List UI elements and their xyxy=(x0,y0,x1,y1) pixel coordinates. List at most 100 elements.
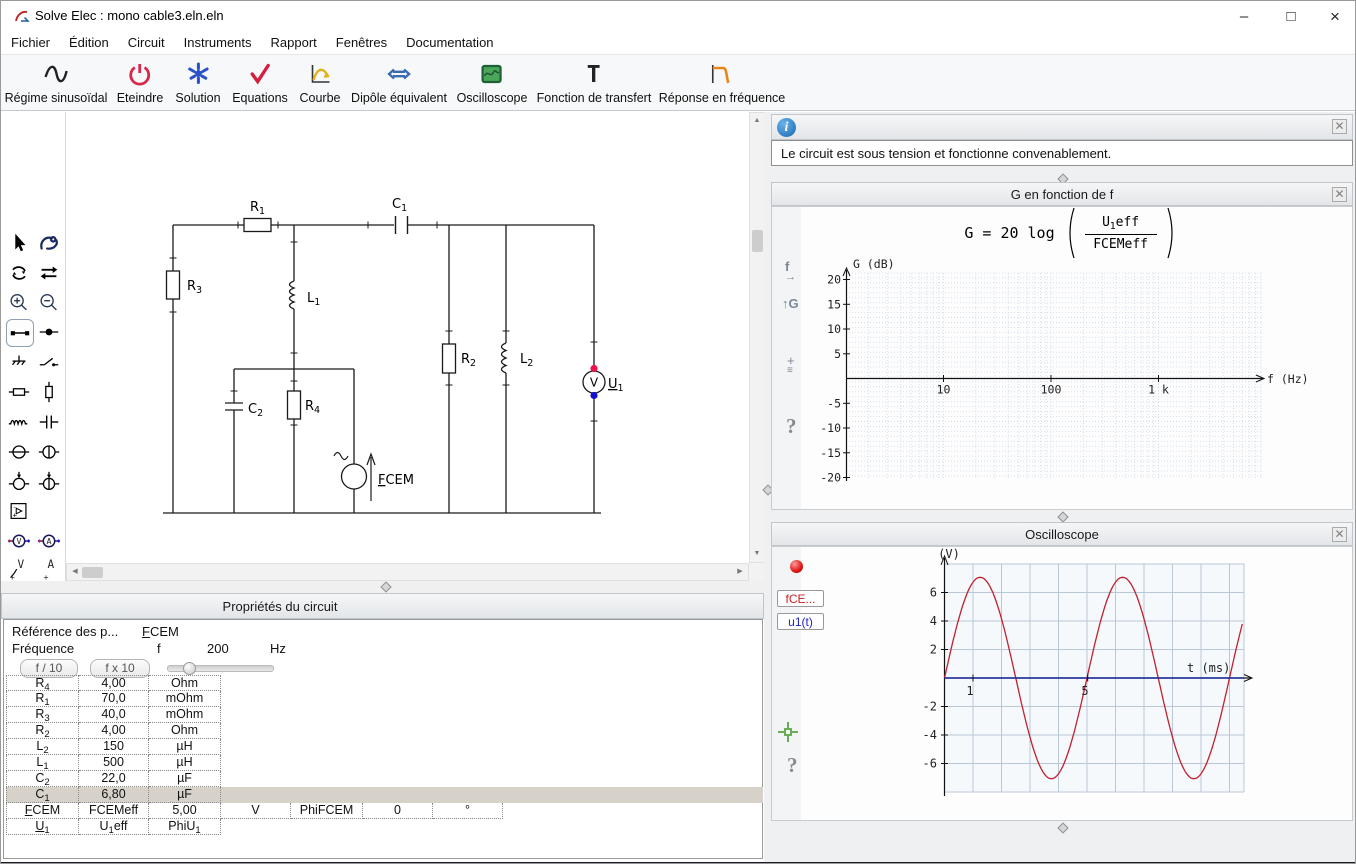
voltmeter-u1[interactable]: V xyxy=(582,364,606,400)
resistor-r3[interactable] xyxy=(165,270,181,300)
svg-text:+: + xyxy=(13,510,18,519)
minimize-button[interactable]: – xyxy=(1229,5,1259,29)
oscilloscope-panel-header[interactable]: Oscilloscope ✕ xyxy=(771,522,1353,546)
menu-edition[interactable]: Édition xyxy=(69,35,109,50)
table-row-r2[interactable]: R2 4,00 Ohm xyxy=(6,723,763,739)
window-title: Solve Elec : mono cable3.eln.eln xyxy=(35,8,224,23)
frequency-slider[interactable] xyxy=(167,662,274,675)
toolbar-fonction-transfert[interactable]: T Fonction de transfert xyxy=(537,59,652,105)
current-source-vertical-tool[interactable] xyxy=(36,469,62,495)
inductor-tool[interactable] xyxy=(6,409,32,435)
menu-circuit[interactable]: Circuit xyxy=(128,35,165,50)
resistor-r4[interactable] xyxy=(286,390,302,420)
ammeter-tool[interactable]: A xyxy=(36,528,62,554)
voltage-probe-tool[interactable]: V + xyxy=(6,557,32,583)
pliers-tool[interactable] xyxy=(36,230,62,256)
double-arrow-icon xyxy=(351,59,447,89)
opamp-icon: -+ xyxy=(10,503,27,519)
zoom-in-tool[interactable] xyxy=(6,290,32,316)
svg-text:1 k: 1 k xyxy=(1148,383,1169,397)
svg-text:-10: -10 xyxy=(820,421,841,435)
reference-value[interactable]: FCEM xyxy=(142,624,179,639)
wire-tool[interactable] xyxy=(6,319,34,347)
resistor-r1[interactable] xyxy=(243,217,272,233)
circuit-canvas[interactable]: V R1 C1 R3 L1 C2 R4 R2 L2 FCEM U1 xyxy=(66,112,749,563)
current-probe-tool[interactable]: A + xyxy=(36,557,62,583)
toolbar-solution[interactable]: Solution xyxy=(175,59,221,105)
svg-text:2: 2 xyxy=(930,643,937,657)
svg-text:-20: -20 xyxy=(820,471,841,485)
capacitor-c1[interactable] xyxy=(394,215,409,235)
menu-instruments[interactable]: Instruments xyxy=(184,35,252,50)
resistor-horizontal-tool[interactable] xyxy=(6,379,32,405)
toolbar-oscilloscope[interactable]: Oscilloscope xyxy=(457,59,527,105)
current-source-horizontal-tool[interactable] xyxy=(6,469,32,495)
menu-rapport[interactable]: Rapport xyxy=(271,35,317,50)
scroll-left-arrow[interactable]: ◀ xyxy=(68,565,82,579)
capacitor-tool[interactable] xyxy=(36,409,62,435)
scroll-up-arrow[interactable]: ▲ xyxy=(750,114,764,128)
checkmark-icon xyxy=(232,59,288,89)
frequency-unit: Hz xyxy=(270,641,286,656)
toolbar-dipole-equivalent[interactable]: Dipôle équivalent xyxy=(351,59,447,105)
properties-panel-header[interactable]: Propriétés du circuit xyxy=(1,593,764,619)
menu-fenetres[interactable]: Fenêtres xyxy=(336,35,387,50)
table-row-r1[interactable]: R1 70,0 mOhm xyxy=(6,691,763,707)
node-tool[interactable] xyxy=(36,319,62,345)
menu-documentation[interactable]: Documentation xyxy=(406,35,493,50)
vertical-scroll-thumb[interactable] xyxy=(752,230,763,252)
opamp-tool[interactable]: - + xyxy=(6,498,32,524)
table-row-r3[interactable]: R3 40,0 mOhm xyxy=(6,707,763,723)
table-row-fcem[interactable]: FCEM FCEMeff 5,00 V PhiFCEM 0 ° xyxy=(6,803,763,819)
svg-text:-5: -5 xyxy=(827,396,841,410)
canvas-horizontal-scrollbar[interactable]: ◀ ▶ xyxy=(66,563,749,581)
horizontal-scroll-thumb[interactable] xyxy=(82,567,103,578)
table-row-c2[interactable]: C2 22,0 µF xyxy=(6,771,763,787)
toolbar-equations[interactable]: Equations xyxy=(232,59,288,105)
toolbar-courbe[interactable]: Courbe xyxy=(300,59,341,105)
toolbar-eteindre[interactable]: Eteindre xyxy=(117,59,163,105)
inductor-icon xyxy=(8,419,28,427)
svg-text:f (Hz): f (Hz) xyxy=(1267,372,1309,386)
ground-tool[interactable] xyxy=(6,349,32,375)
scroll-down-arrow[interactable]: ▼ xyxy=(750,547,764,561)
gain-close-button[interactable]: ✕ xyxy=(1332,187,1347,202)
zoom-out-tool[interactable] xyxy=(36,290,62,316)
resistor-vertical-tool[interactable] xyxy=(36,379,62,405)
svg-text:t (ms): t (ms) xyxy=(1187,661,1230,675)
table-row-c1-selected[interactable]: C1 6,80 µF xyxy=(6,787,763,803)
frequency-slider-thumb[interactable] xyxy=(182,662,196,675)
source-horizontal-tool[interactable] xyxy=(6,439,32,465)
frequency-symbol: f xyxy=(157,641,161,656)
properties-splitter[interactable] xyxy=(1,581,764,593)
resistor-r2[interactable] xyxy=(441,343,457,374)
table-row-l1[interactable]: L1 500 µH xyxy=(6,755,763,771)
table-row-l2[interactable]: L2 150 µH xyxy=(6,739,763,755)
splitter-handle[interactable] xyxy=(380,581,392,593)
frequency-value[interactable]: 200 xyxy=(207,641,229,656)
close-paren xyxy=(1167,207,1173,259)
gain-panel-header[interactable]: G en fonction de f ✕ xyxy=(771,182,1353,206)
svg-text:100: 100 xyxy=(1041,383,1062,397)
switch-tool[interactable] xyxy=(36,349,62,375)
ammeter-icon: A xyxy=(37,534,61,548)
menu-fichier[interactable]: Fichier xyxy=(11,35,50,50)
voltmeter-tool[interactable]: V xyxy=(6,528,32,554)
maximize-button[interactable]: □ xyxy=(1276,5,1306,29)
svg-text:V: V xyxy=(590,376,599,390)
table-row-r4[interactable]: R4 4,00 Ohm xyxy=(6,675,763,691)
info-close-button[interactable]: ✕ xyxy=(1332,119,1347,134)
table-row-u1[interactable]: U1 U1eff PhiU1 xyxy=(6,819,763,835)
rotate-tool[interactable] xyxy=(6,260,32,286)
scroll-right-arrow[interactable]: ▶ xyxy=(733,565,747,579)
component-table: R4 4,00 Ohm R1 70,0 mOhm R3 40,0 mOhm R2 4,00 Oh… xyxy=(6,675,763,835)
toolbar-reponse-frequence[interactable]: Réponse en fréquence xyxy=(659,59,785,105)
toolbar-regime-sinusoidal[interactable]: Régime sinusoïdal xyxy=(5,59,107,105)
svg-text:4: 4 xyxy=(930,614,937,628)
selection-tool[interactable] xyxy=(6,230,32,256)
reverse-tool[interactable] xyxy=(36,260,62,286)
oscilloscope-close-button[interactable]: ✕ xyxy=(1332,527,1347,542)
svg-text:5: 5 xyxy=(834,347,841,361)
source-vertical-tool[interactable] xyxy=(36,439,62,465)
close-button[interactable]: × xyxy=(1320,5,1350,29)
